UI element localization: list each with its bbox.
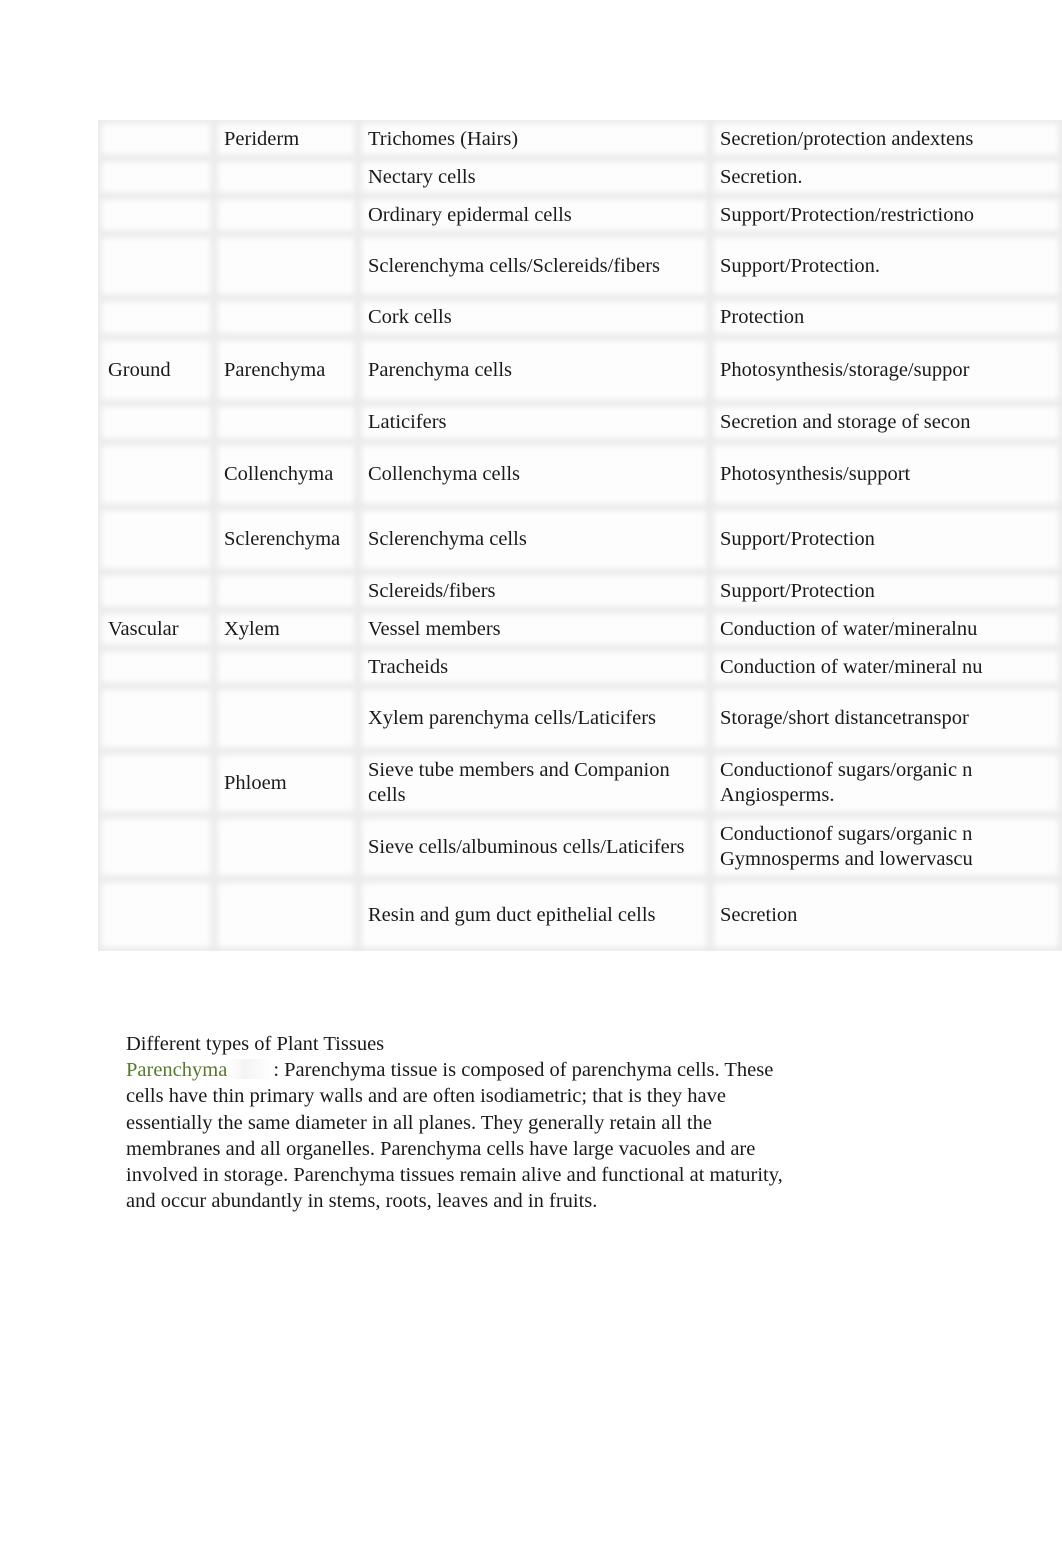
function-cell: Conductionof sugars/organic n Angiosperms… — [710, 751, 1062, 815]
system-cell: Ground — [98, 337, 214, 403]
cell-type-cell: Xylem parenchyma cells/Laticifers — [358, 686, 710, 751]
cell-type-cell: Parenchyma cells — [358, 337, 710, 403]
function-cell: Secretion — [710, 879, 1062, 951]
table-row: Resin and gum duct epithelial cells Secre… — [98, 879, 1062, 951]
table-row: Phloem Sieve tube members and Companion c… — [98, 751, 1062, 815]
function-cell: Photosynthesis/support — [710, 442, 1062, 507]
tissue-cell — [214, 298, 358, 337]
table-row: Sclerenchyma Sclerenchyma cells Support/Pr… — [98, 507, 1062, 572]
system-cell — [98, 686, 214, 751]
function-cell: Secretion and storage of secon — [710, 403, 1062, 442]
system-cell — [98, 442, 214, 507]
system-cell — [98, 815, 214, 879]
function-cell: Support/Protection — [710, 507, 1062, 572]
tissue-cell — [214, 879, 358, 951]
cell-type-cell: Nectary cells — [358, 158, 710, 196]
table-row: Nectary cells Secretion. — [98, 158, 1062, 196]
system-cell — [98, 648, 214, 686]
plant-tissue-section: Different types of Plant Tissues Parench… — [126, 1031, 786, 1214]
cell-type-cell: Sieve cells/albuminous cells/Laticifers — [358, 815, 710, 879]
table-row: Collenchyma Collenchyma cells Photosynthes… — [98, 442, 1062, 507]
tissue-cell: Collenchyma — [214, 442, 358, 507]
system-cell — [98, 403, 214, 442]
system-cell — [98, 572, 214, 610]
cell-type-cell: Sieve tube members and Companion cells — [358, 751, 710, 815]
table-row: Xylem parenchyma cells/Laticifers Storage… — [98, 686, 1062, 751]
tissue-cell — [214, 648, 358, 686]
tissue-cell: Phloem — [214, 751, 358, 815]
function-cell: Support/Protection — [710, 572, 1062, 610]
highlight-gap — [227, 1059, 274, 1080]
cell-type-cell: Vessel members — [358, 610, 710, 648]
system-cell — [98, 751, 214, 815]
tissue-cell — [214, 158, 358, 196]
tissue-cell — [214, 196, 358, 234]
term-separator: : — [273, 1059, 285, 1082]
table-row: Sclereids/fibers Support/Protection — [98, 572, 1062, 610]
table-body: Periderm Trichomes (Hairs) Secretion/prote… — [98, 120, 1062, 951]
function-cell: Support/Protection/restrictiono — [710, 196, 1062, 234]
function-cell: Conduction of water/mineral nu — [710, 648, 1062, 686]
table-row: Sieve cells/albuminous cells/Laticifers C… — [98, 815, 1062, 879]
tissue-cell: Sclerenchyma — [214, 507, 358, 572]
tissue-cell: Periderm — [214, 120, 358, 158]
system-cell — [98, 158, 214, 196]
cell-type-cell: Trichomes (Hairs) — [358, 120, 710, 158]
section-heading: Different types of Plant Tissues — [126, 1033, 385, 1055]
cell-type-cell: Ordinary epidermal cells — [358, 196, 710, 234]
tissue-cell — [214, 572, 358, 610]
function-cell: Support/Protection. — [710, 234, 1062, 298]
system-cell — [98, 507, 214, 572]
table-row: Tracheids Conduction of water/mineral nu — [98, 648, 1062, 686]
system-cell — [98, 879, 214, 951]
tissue-cell — [214, 815, 358, 879]
cell-type-cell: Laticifers — [358, 403, 710, 442]
table-row: Cork cells Protection — [98, 298, 1062, 337]
tissue-table: Periderm Trichomes (Hairs) Secretion/prote… — [98, 120, 1062, 951]
cell-type-cell: Sclereids/fibers — [358, 572, 710, 610]
table-row: Ordinary epidermal cells Support/Protecti… — [98, 196, 1062, 234]
plant-tissue-table: Periderm Trichomes (Hairs) Secretion/prote… — [98, 120, 1062, 951]
tissue-cell: Parenchyma — [214, 337, 358, 403]
system-cell: Vascular — [98, 610, 214, 648]
function-cell: Conduction of water/mineralnu — [710, 610, 1062, 648]
system-cell — [98, 298, 214, 337]
cell-type-cell: Resin and gum duct epithelial cells — [358, 879, 710, 951]
system-cell — [98, 120, 214, 158]
cell-type-cell: Cork cells — [358, 298, 710, 337]
system-cell — [98, 234, 214, 298]
tissue-cell — [214, 234, 358, 298]
table-row: Ground Parenchyma Parenchyma cells Photosyn… — [98, 337, 1062, 403]
tissue-cell — [214, 686, 358, 751]
cell-type-cell: Collenchyma cells — [358, 442, 710, 507]
system-cell — [98, 196, 214, 234]
function-cell: Secretion. — [710, 158, 1062, 196]
term-parenchyma: Parenchyma — [126, 1059, 228, 1082]
paragraph-body: Parenchyma tissue is composed of parench… — [126, 1059, 783, 1213]
function-cell: Protection — [710, 298, 1062, 337]
cell-type-cell: Sclerenchyma cells — [358, 507, 710, 572]
function-cell: Conductionof sugars/organic n Gymnosperms… — [710, 815, 1062, 879]
tissue-cell: Xylem — [214, 610, 358, 648]
table-row: Laticifers Secretion and storage of secon — [98, 403, 1062, 442]
cell-type-cell: Tracheids — [358, 648, 710, 686]
table-row: Vascular Xylem Vessel members Conduction of… — [98, 610, 1062, 648]
function-cell: Secretion/protection andextens — [710, 120, 1062, 158]
table-row: Periderm Trichomes (Hairs) Secretion/prote… — [98, 120, 1062, 158]
parenchyma-paragraph: Parenchyma: Parenchyma tissue is compose… — [126, 1057, 786, 1214]
table-row: Sclerenchyma cells/Sclereids/fibers Suppo… — [98, 234, 1062, 298]
cell-type-cell: Sclerenchyma cells/Sclereids/fibers — [358, 234, 710, 298]
function-cell: Photosynthesis/storage/suppor — [710, 337, 1062, 403]
tissue-cell — [214, 403, 358, 442]
function-cell: Storage/short distancetranspor — [710, 686, 1062, 751]
